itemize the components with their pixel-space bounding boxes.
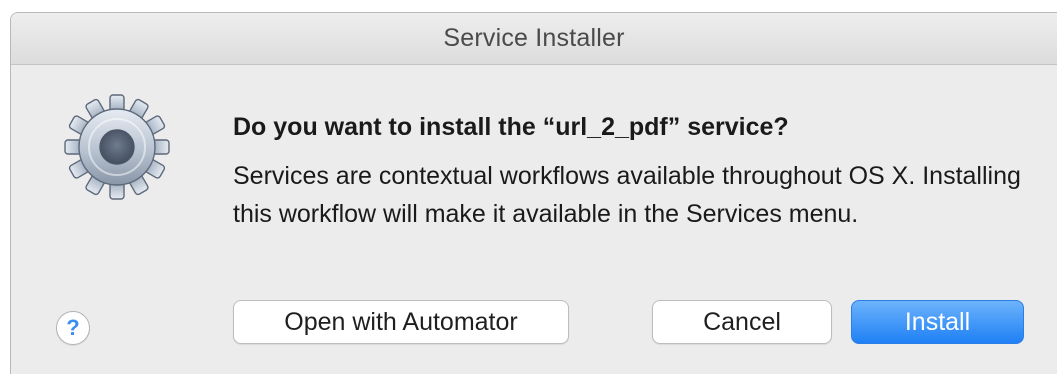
window-title: Service Installer <box>443 24 625 52</box>
dialog-message: Services are contextual workflows availa… <box>233 162 1021 228</box>
open-with-automator-button[interactable]: Open with Automator <box>233 300 569 344</box>
help-button[interactable]: ? <box>56 311 90 345</box>
gear-icon <box>63 93 171 201</box>
cancel-button[interactable]: Cancel <box>652 300 832 344</box>
dialog-heading: Do you want to install the “url_2_pdf” s… <box>233 113 789 141</box>
install-button[interactable]: Install <box>851 300 1024 344</box>
service-installer-dialog: Service Installer Do you want to install… <box>10 12 1057 374</box>
title-bar[interactable]: Service Installer <box>11 13 1057 65</box>
